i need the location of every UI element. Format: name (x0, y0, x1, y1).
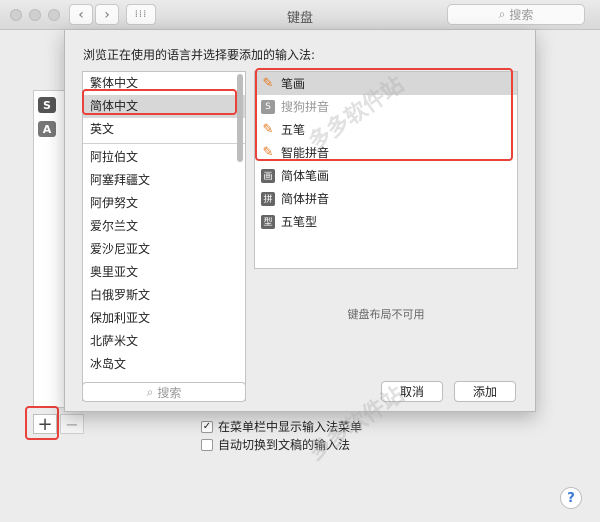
method-label: 五笔 (281, 123, 306, 137)
auto-switch-option[interactable]: 自动切换到文稿的输入法 (201, 436, 350, 453)
language-item[interactable]: 阿伊努文 (83, 192, 245, 215)
abc-icon: A (38, 121, 56, 137)
remove-input-source-button[interactable]: − (60, 414, 84, 434)
input-source-list[interactable]: S A (33, 90, 65, 408)
sogou-icon: S (261, 99, 275, 114)
sogou-icon: S (38, 97, 56, 113)
add-input-source-button[interactable]: + (33, 414, 57, 435)
language-item[interactable]: 保加利亚文 (83, 307, 245, 330)
language-list[interactable]: 繁体中文 简体中文 英文 阿拉伯文 阿塞拜疆文 阿伊努文 爱尔兰文 爱沙尼亚文 … (82, 71, 246, 401)
method-label: 简体拼音 (281, 192, 330, 206)
method-item[interactable]: 拼 简体拼音 (255, 187, 517, 210)
method-label: 智能拼音 (281, 146, 330, 160)
language-item[interactable]: 繁体中文 (83, 72, 245, 95)
method-label: 简体笔画 (281, 169, 330, 183)
auto-switch-label: 自动切换到文稿的输入法 (218, 438, 351, 452)
stroke-icon: 画 (261, 168, 275, 183)
sheet-prompt: 浏览正在使用的语言并选择要添加的输入法: (83, 48, 316, 62)
title-bar: ‹ › ⁞⁞⁞ 键盘 ⌕ 搜索 (0, 0, 600, 30)
method-label: 五笔型 (281, 215, 318, 229)
cancel-button[interactable]: 取消 (381, 381, 443, 402)
language-item[interactable]: 北萨米文 (83, 330, 245, 353)
search-icon: ⌕ (146, 384, 154, 399)
language-item[interactable]: 奥里亚文 (83, 261, 245, 284)
method-item-disabled[interactable]: S 搜狗拼音 (255, 95, 517, 118)
method-label: 搜狗拼音 (281, 100, 330, 114)
add-button[interactable]: 添加 (454, 381, 516, 402)
add-input-source-sheet: 浏览正在使用的语言并选择要添加的输入法: 繁体中文 简体中文 英文 阿拉伯文 阿… (64, 30, 536, 412)
language-item[interactable]: 白俄罗斯文 (83, 284, 245, 307)
method-item[interactable]: 型 五笔型 (255, 210, 517, 233)
language-search-field[interactable]: ⌕ 搜索 (82, 382, 246, 402)
show-input-menu-label: 在菜单栏中显示输入法菜单 (218, 420, 363, 434)
pencil-icon: ✎ (262, 122, 274, 137)
pencil-icon: ✎ (262, 145, 274, 160)
input-method-list[interactable]: ✎ 笔画 S 搜狗拼音 ✎ 五笔 ✎ 智能拼音 画 简体笔画 拼 简体拼音 型 … (254, 71, 518, 269)
pinyin-icon: 拼 (261, 191, 275, 206)
method-label: 笔画 (281, 77, 306, 91)
pencil-icon: ✎ (262, 76, 274, 91)
search-icon: ⌕ (498, 7, 506, 21)
method-item-selected[interactable]: ✎ 笔画 (255, 72, 517, 95)
wubi-icon: 型 (261, 214, 275, 229)
language-search-placeholder: 搜索 (157, 385, 182, 400)
auto-switch-checkbox[interactable] (201, 438, 213, 451)
language-item[interactable]: 英文 (83, 118, 245, 141)
show-input-menu-checkbox[interactable]: ✓ (201, 420, 213, 433)
search-field[interactable]: ⌕ 搜索 (447, 4, 585, 25)
language-list-scrollbar[interactable] (237, 74, 243, 162)
language-item[interactable]: 阿塞拜疆文 (83, 169, 245, 192)
list-divider (83, 143, 245, 144)
language-item[interactable]: 爱沙尼亚文 (83, 238, 245, 261)
show-input-menu-option[interactable]: ✓ 在菜单栏中显示输入法菜单 (201, 418, 362, 435)
language-item[interactable]: 阿拉伯文 (83, 146, 245, 169)
help-button[interactable]: ? (560, 487, 582, 509)
language-item[interactable]: 爱尔兰文 (83, 215, 245, 238)
method-item[interactable]: ✎ 智能拼音 (255, 141, 517, 164)
search-placeholder: 搜索 (509, 8, 534, 22)
method-item[interactable]: 画 简体笔画 (255, 164, 517, 187)
method-item[interactable]: ✎ 五笔 (255, 118, 517, 141)
keyboard-layout-unavailable: 键盘布局不可用 (347, 308, 425, 321)
language-item-selected[interactable]: 简体中文 (83, 95, 245, 118)
language-item[interactable]: 冰岛文 (83, 353, 245, 376)
